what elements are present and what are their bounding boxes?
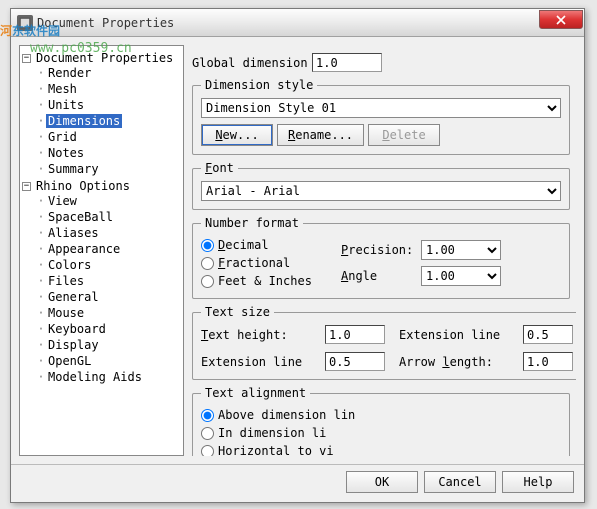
cancel-button[interactable]: Cancel	[424, 471, 496, 493]
tree-item[interactable]: ·Files	[36, 274, 181, 288]
dialog-footer: OK Cancel Help	[11, 464, 584, 502]
tree-item[interactable]: ·Dimensions	[36, 114, 181, 128]
number-format-legend: Number format	[201, 216, 303, 230]
extension-line-2-input[interactable]	[325, 352, 385, 371]
app-icon	[17, 15, 33, 31]
number-format-group: Number format Decimal Fractional Feet & …	[192, 216, 570, 299]
text-size-legend: Text size	[201, 305, 274, 319]
tree-item[interactable]: ·Appearance	[36, 242, 181, 256]
precision-select[interactable]: 1.00	[421, 240, 501, 260]
help-button[interactable]: Help	[502, 471, 574, 493]
font-legend: Font	[201, 161, 238, 175]
tree-item[interactable]: ·Modeling Aids	[36, 370, 181, 384]
close-button[interactable]	[539, 10, 583, 29]
dialog-window: Document Properties − Document Propertie…	[10, 8, 585, 503]
radio-in-line[interactable]: In dimension li	[201, 426, 561, 440]
nav-tree[interactable]: − Document Properties ·Render ·Mesh ·Units…	[19, 45, 184, 456]
extension-line-1-label: Extension line	[399, 328, 509, 342]
font-group: Font Arial - Arial	[192, 161, 570, 210]
text-alignment-legend: Text alignment	[201, 386, 310, 400]
tree-item[interactable]: ·Mouse	[36, 306, 181, 320]
tree-item[interactable]: ·General	[36, 290, 181, 304]
radio-fractional[interactable]: Fractional	[201, 256, 341, 270]
dimension-style-legend: Dimension style	[201, 78, 317, 92]
tree-item[interactable]: ·Mesh	[36, 82, 181, 96]
radio-horizontal[interactable]: Horizontal to vi	[201, 444, 561, 456]
tree-item[interactable]: ·SpaceBall	[36, 210, 181, 224]
tree-item[interactable]: ·Grid	[36, 130, 181, 144]
window-title: Document Properties	[37, 16, 174, 30]
angle-label: Angle	[341, 269, 411, 283]
dimension-style-group: Dimension style Dimension Style 01 New..…	[192, 78, 570, 155]
tree-item[interactable]: ·Aliases	[36, 226, 181, 240]
tree-item[interactable]: ·Render	[36, 66, 181, 80]
radio-feet-inches[interactable]: Feet & Inches	[201, 274, 341, 288]
settings-panel: Global dimension Dimension style Dimensi…	[190, 45, 576, 456]
text-height-label: Text height:	[201, 328, 311, 342]
precision-label: Precision:	[341, 243, 411, 257]
tree-doc-props[interactable]: − Document Properties	[22, 51, 181, 65]
ok-button[interactable]: OK	[346, 471, 418, 493]
text-size-group: Text size Text height: Extension line Ex…	[192, 305, 576, 380]
dimension-style-select[interactable]: Dimension Style 01	[201, 98, 561, 118]
arrow-length-label: Arrow length:	[399, 355, 509, 369]
rename-button[interactable]: Rename...	[277, 124, 364, 146]
tree-item[interactable]: ·Units	[36, 98, 181, 112]
extension-line-1-input[interactable]	[523, 325, 573, 344]
tree-item[interactable]: ·Notes	[36, 146, 181, 160]
text-alignment-group: Text alignment Above dimension lin In di…	[192, 386, 570, 456]
tree-item[interactable]: ·Colors	[36, 258, 181, 272]
collapse-icon[interactable]: −	[22, 54, 31, 63]
global-dimension-input[interactable]	[312, 53, 382, 72]
new-button[interactable]: New...	[201, 124, 273, 146]
angle-select[interactable]: 1.00	[421, 266, 501, 286]
radio-decimal[interactable]: Decimal	[201, 238, 341, 252]
font-select[interactable]: Arial - Arial	[201, 181, 561, 201]
tree-rhino-options[interactable]: − Rhino Options	[22, 179, 181, 193]
tree-item[interactable]: ·Display	[36, 338, 181, 352]
extension-line-2-label: Extension line	[201, 355, 311, 369]
delete-button: Delete	[368, 124, 440, 146]
tree-item[interactable]: ·Keyboard	[36, 322, 181, 336]
tree-item[interactable]: ·Summary	[36, 162, 181, 176]
collapse-icon[interactable]: −	[22, 182, 31, 191]
arrow-length-input[interactable]	[523, 352, 573, 371]
text-height-input[interactable]	[325, 325, 385, 344]
titlebar: Document Properties	[11, 9, 584, 37]
tree-item[interactable]: ·OpenGL	[36, 354, 181, 368]
global-dimension-label: Global dimension	[192, 56, 312, 70]
tree-item[interactable]: ·View	[36, 194, 181, 208]
radio-above-line[interactable]: Above dimension lin	[201, 408, 561, 422]
